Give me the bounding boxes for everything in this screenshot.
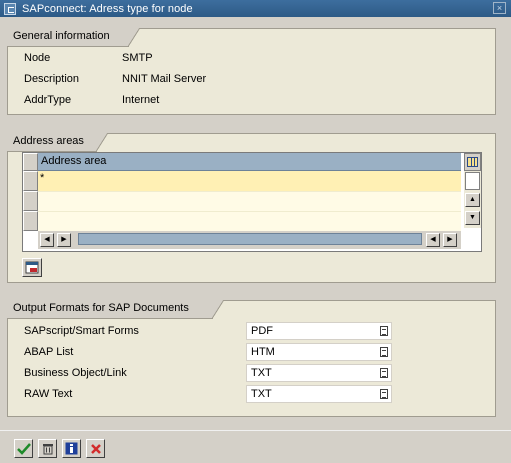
- raw-text-format-value: TXT: [251, 388, 272, 400]
- delete-button[interactable]: [38, 439, 57, 458]
- table-config-icon: [467, 157, 478, 167]
- scroll-right-icon[interactable]: ▶: [57, 233, 71, 247]
- group-title: Output Formats for SAP Documents: [7, 300, 224, 319]
- scroll-up-icon[interactable]: ▲: [465, 193, 480, 207]
- value-help-icon[interactable]: [380, 326, 388, 336]
- sapscript-format-value: PDF: [251, 325, 273, 337]
- abap-list-label: ABAP List: [24, 346, 74, 358]
- group-title: Address areas: [7, 133, 108, 152]
- value-help-icon[interactable]: [380, 389, 388, 399]
- info-icon: [65, 442, 78, 455]
- scroll-left-icon[interactable]: ◀: [426, 233, 440, 247]
- scroll-thumb[interactable]: [465, 172, 480, 190]
- title-bar: SAPconnect: Adress type for node ×: [0, 0, 511, 17]
- address-areas-group: Address areas Address area * ▲ ▼ ◀ ▶ ◀ ▶: [7, 133, 496, 283]
- address-area-table: Address area * ▲ ▼ ◀ ▶ ◀ ▶: [22, 152, 482, 252]
- value-help-icon[interactable]: [380, 347, 388, 357]
- cancel-button[interactable]: [86, 439, 105, 458]
- abap-list-format-field[interactable]: HTM: [246, 343, 392, 361]
- column-header-address-area[interactable]: Address area: [38, 153, 461, 171]
- addrtype-value: Internet: [122, 94, 160, 106]
- dialog-body: General information Node SMTP Descriptio…: [0, 17, 511, 430]
- table-row[interactable]: [38, 191, 461, 211]
- button-bar: [0, 430, 511, 463]
- close-icon[interactable]: ×: [493, 2, 506, 14]
- window-icon: [4, 2, 16, 15]
- cancel-icon: [90, 443, 101, 454]
- vertical-scrollbar[interactable]: ▲ ▼: [464, 171, 481, 228]
- row-selector[interactable]: [23, 171, 38, 191]
- scroll-left-icon[interactable]: ◀: [40, 233, 54, 247]
- business-object-format-field[interactable]: TXT: [246, 364, 392, 382]
- sapscript-label: SAPscript/Smart Forms: [24, 325, 139, 337]
- description-value: NNIT Mail Server: [122, 73, 207, 85]
- node-label: Node: [24, 52, 51, 64]
- scroll-right-icon[interactable]: ▶: [443, 233, 457, 247]
- general-info-group: General information Node SMTP Descriptio…: [7, 28, 496, 115]
- abap-list-format-value: HTM: [251, 346, 275, 358]
- continue-button[interactable]: [14, 439, 33, 458]
- addrtype-label: AddrType: [24, 94, 72, 106]
- node-value: SMTP: [122, 52, 153, 64]
- value-help-icon[interactable]: [380, 368, 388, 378]
- scroll-thumb[interactable]: [78, 233, 422, 245]
- detail-button[interactable]: [22, 258, 42, 277]
- info-button[interactable]: [62, 439, 81, 458]
- detail-icon: [25, 261, 39, 274]
- window-title: SAPconnect: Adress type for node: [22, 2, 193, 15]
- raw-text-format-field[interactable]: TXT: [246, 385, 392, 403]
- group-title: General information: [7, 28, 140, 47]
- table-row[interactable]: [38, 211, 461, 231]
- scroll-down-icon[interactable]: ▼: [465, 211, 480, 225]
- row-selector[interactable]: [23, 191, 38, 211]
- sapscript-format-field[interactable]: PDF: [246, 322, 392, 340]
- select-all-button[interactable]: [23, 153, 38, 171]
- check-icon: [16, 442, 31, 455]
- row-selector[interactable]: [23, 211, 38, 231]
- description-label: Description: [24, 73, 80, 85]
- table-row[interactable]: *: [38, 171, 461, 191]
- business-object-label: Business Object/Link: [24, 367, 127, 379]
- table-settings-button[interactable]: [464, 153, 481, 171]
- business-object-format-value: TXT: [251, 367, 272, 379]
- horizontal-scrollbar[interactable]: ◀ ▶ ◀ ▶: [38, 231, 461, 249]
- output-formats-group: Output Formats for SAP Documents SAPscri…: [7, 300, 496, 417]
- delete-icon: [42, 444, 53, 455]
- raw-text-label: RAW Text: [24, 388, 73, 400]
